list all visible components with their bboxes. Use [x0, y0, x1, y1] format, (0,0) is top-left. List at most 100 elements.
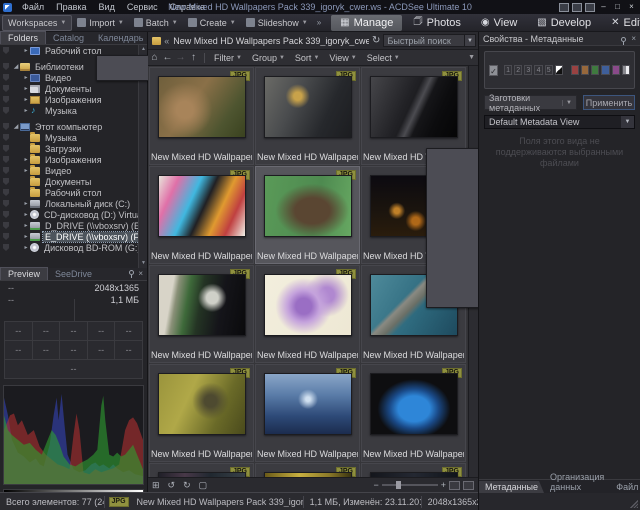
menu-file[interactable]: Файл — [16, 2, 50, 12]
filter-menu[interactable]: Filter▼ — [209, 53, 247, 63]
select-menu[interactable]: Select▼ — [362, 53, 405, 63]
expand-arrow-icon[interactable]: ▸ — [22, 200, 30, 207]
menu-help[interactable]: Справка — [164, 2, 211, 12]
tree-item-drive-g[interactable]: ▸Дисковод BD-ROM (G:) — [0, 242, 147, 253]
tab-file[interactable]: Файл — [610, 481, 640, 493]
thumbnail-image[interactable] — [370, 373, 458, 435]
tree-item-drive-f-selected[interactable]: ▸E_DRIVE (\\vboxsrv) (F:) — [0, 231, 147, 242]
create-button[interactable]: Create▼ — [183, 15, 241, 31]
close-button[interactable]: × — [626, 2, 637, 12]
tree-item-drive-e[interactable]: ▸D_DRIVE (\\vboxsrv) (E:) — [0, 220, 147, 231]
expand-arrow-icon[interactable]: ▸ — [22, 167, 30, 174]
expand-arrow-icon[interactable]: ▸ — [22, 96, 30, 103]
scroll-up-icon[interactable]: ▲ — [139, 45, 148, 54]
menu-view[interactable]: Вид — [93, 2, 121, 12]
clear-label-swatch[interactable] — [555, 65, 563, 75]
thumbnail-item[interactable]: JPGNew Mixed HD Wallpapers Pack... — [149, 265, 254, 363]
zoom-out-icon[interactable]: − — [373, 480, 378, 490]
expand-arrow-icon[interactable]: ▸ — [22, 156, 30, 163]
thumbnail-item[interactable]: JPGNew Mixed HD Wallpapers Pack... — [361, 364, 466, 462]
expand-arrow-icon[interactable]: ▸ — [22, 85, 30, 92]
slideshow-button[interactable]: Slideshow▼ — [241, 15, 313, 31]
breadcrumb[interactable]: New Mixed HD Wallpapers Pack 339_igoryk_… — [173, 36, 369, 46]
thumbnail-image[interactable] — [158, 274, 246, 336]
collapse-arrow-icon[interactable]: ◢ — [12, 123, 20, 130]
thumbnail-item[interactable]: JPGNew Mixed HD Wallpapers Pack... — [255, 364, 360, 462]
chevron-down-icon[interactable]: ▼ — [621, 116, 634, 128]
pin-icon[interactable] — [129, 270, 134, 275]
collapse-breadcrumb-icon[interactable]: « — [164, 36, 169, 46]
menu-edit[interactable]: Правка — [50, 2, 92, 12]
expand-arrow-icon[interactable]: ▸ — [22, 107, 30, 114]
thumbnail-image[interactable] — [264, 373, 352, 435]
copy-icon[interactable]: ▢ — [195, 480, 212, 491]
sort-menu[interactable]: Sort▼ — [290, 53, 324, 63]
batch-button[interactable]: Batch▼ — [129, 15, 183, 31]
rotate-cw-icon[interactable]: ↻ — [179, 480, 195, 491]
thumbnail-image[interactable] — [264, 175, 352, 237]
minimize-button[interactable]: – — [598, 2, 609, 12]
thumbnail-item[interactable]: JPG — [255, 463, 360, 477]
tree-item-pictures-folder[interactable]: ▸Изображения — [0, 154, 147, 165]
tab-calendar[interactable]: Календарь — [91, 32, 150, 44]
tree-scrollbar[interactable]: ▲ ▼ — [138, 45, 147, 268]
grid-scrollbar[interactable] — [468, 66, 478, 477]
thumbnail-image[interactable] — [264, 76, 352, 138]
metadata-view-select[interactable]: Default Metadata View ▼ — [484, 115, 635, 129]
zoom-slider[interactable] — [382, 484, 438, 486]
workspaces-button[interactable]: Workspaces▼ — [2, 15, 72, 31]
tab-metadata[interactable]: Метаданные — [479, 481, 544, 493]
pin-icon[interactable] — [621, 37, 626, 42]
layout-toggle-icon[interactable] — [559, 3, 569, 12]
tab-folders[interactable]: Folders — [0, 31, 46, 44]
expand-arrow-icon[interactable]: ▸ — [22, 211, 30, 218]
layout-toggle-icon[interactable] — [572, 3, 582, 12]
expand-arrow-icon[interactable]: ▸ — [22, 74, 30, 81]
tab-organize[interactable]: Организация данных — [544, 471, 610, 493]
search-input[interactable]: Быстрый поиск — [383, 34, 464, 47]
expand-arrow-icon[interactable]: ▸ — [22, 47, 30, 54]
tree-item-music-folder[interactable]: Музыка — [0, 132, 147, 143]
maximize-button[interactable]: □ — [612, 2, 623, 12]
tab-seedrive[interactable]: SeeDrive — [48, 268, 99, 280]
close-panel-icon[interactable]: × — [138, 269, 143, 278]
rating-4-button[interactable]: 4 — [534, 65, 542, 75]
fit-view-icon[interactable] — [449, 481, 460, 490]
import-button[interactable]: Import▼ — [72, 15, 128, 31]
metadata-presets-button[interactable]: Заготовки метаданных▼ — [484, 95, 577, 110]
collapse-arrow-icon[interactable]: ◢ — [12, 63, 20, 70]
expand-arrow-icon[interactable]: ▸ — [22, 244, 30, 251]
tree-item-pictures[interactable]: ▸Изображения — [0, 94, 147, 105]
gray-label-swatch[interactable] — [622, 65, 630, 75]
thumbnail-item[interactable]: JPGNew Mixed HD Wallpapers Pack... — [149, 166, 254, 264]
green-label-swatch[interactable] — [591, 65, 599, 75]
expand-arrow-icon[interactable]: ▸ — [22, 233, 30, 240]
tree-item-documents-folder[interactable]: Документы — [0, 176, 147, 187]
group-menu[interactable]: Group▼ — [247, 53, 290, 63]
tree-item-this-pc[interactable]: ◢Этот компьютер — [0, 121, 147, 132]
blue-label-swatch[interactable] — [601, 65, 609, 75]
thumbnail-image[interactable] — [158, 373, 246, 435]
toolbar-overflow-icon[interactable]: ▼ — [468, 54, 478, 61]
orange-label-swatch[interactable] — [581, 65, 589, 75]
rating-1-button[interactable]: 1 — [504, 65, 512, 75]
home-icon[interactable]: ⌂ — [148, 52, 161, 63]
tab-catalog[interactable]: Catalog — [46, 32, 91, 44]
tree-item-documents[interactable]: ▸Документы — [0, 83, 147, 94]
red-label-swatch[interactable] — [571, 65, 579, 75]
mode-photos[interactable]: 🗇 Photos — [404, 15, 470, 31]
thumbnail-item[interactable]: JPGNew Mixed HD Wallpapers Pack... — [149, 364, 254, 462]
tree-item-music[interactable]: ▸Музыка — [0, 105, 147, 116]
thumbnail-item[interactable]: JPGNew Mixed HD Wallpapers Pack... — [255, 67, 360, 165]
close-panel-icon[interactable]: × — [631, 34, 636, 43]
tag-checkbox[interactable]: ✓ — [489, 65, 498, 76]
rotate-ccw-icon[interactable]: ↺ — [164, 480, 180, 491]
thumbnail-image[interactable] — [158, 76, 246, 138]
tree-item-drive-c[interactable]: ▸Локальный диск (C:) — [0, 198, 147, 209]
zoom-slider-thumb[interactable] — [396, 481, 401, 489]
tree-item-desktop-folder[interactable]: Рабочий стол — [0, 187, 147, 198]
thumbnail-image[interactable] — [264, 274, 352, 336]
search-dropdown-icon[interactable]: ▼ — [465, 34, 476, 47]
rating-5-button[interactable]: 5 — [545, 65, 553, 75]
tree-item-downloads[interactable]: Загрузки — [0, 143, 147, 154]
